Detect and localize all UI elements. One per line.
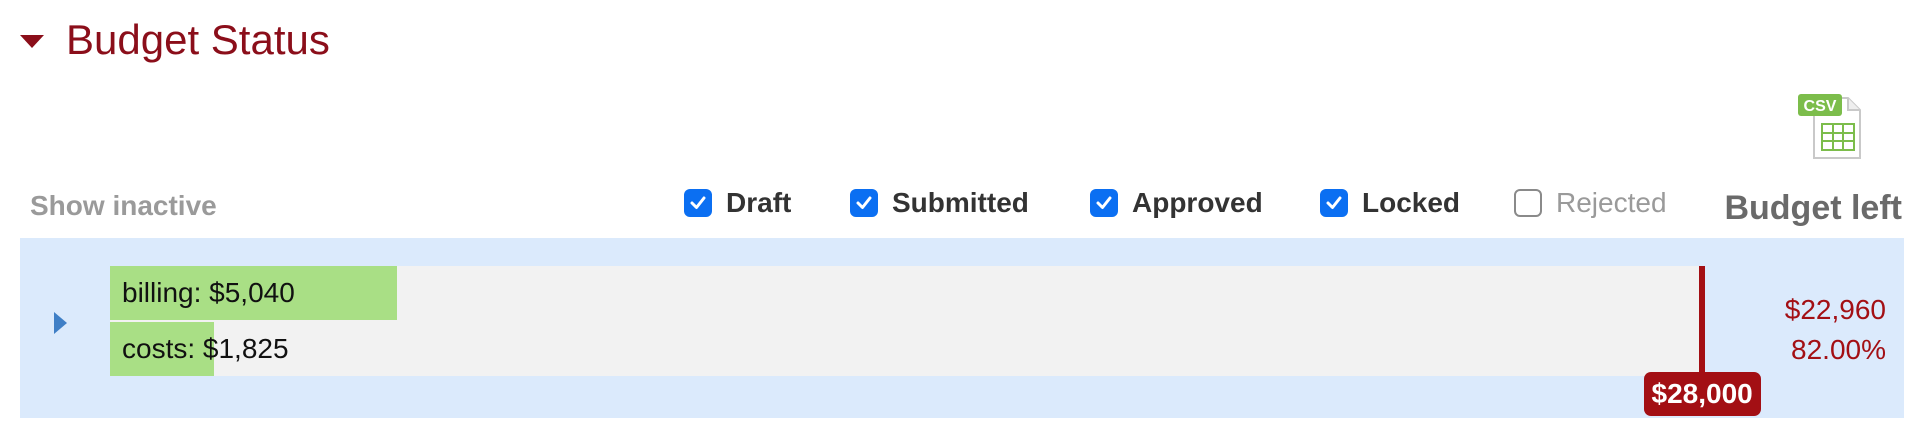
budget-left-header: Budget left bbox=[1724, 189, 1902, 227]
budget-status-header[interactable]: Budget Status bbox=[20, 10, 330, 70]
checkbox-unchecked-icon[interactable] bbox=[1514, 189, 1542, 217]
show-inactive-toggle[interactable]: Show inactive bbox=[30, 190, 217, 222]
budget-row: billing: $5,040 costs: $1,825 $28,000 $2… bbox=[20, 238, 1904, 418]
section-title: Budget Status bbox=[66, 16, 330, 63]
filter-locked[interactable]: Locked bbox=[1320, 187, 1460, 219]
filter-label: Locked bbox=[1362, 187, 1461, 218]
filter-draft[interactable]: Draft bbox=[684, 187, 791, 219]
checkbox-checked-icon[interactable] bbox=[1320, 189, 1348, 217]
billing-label: billing: $5,040 bbox=[122, 277, 295, 308]
checkbox-checked-icon[interactable] bbox=[684, 189, 712, 217]
csv-download-icon[interactable]: CSV bbox=[1796, 90, 1868, 162]
csv-label: CSV bbox=[1804, 98, 1837, 115]
checkbox-checked-icon[interactable] bbox=[1090, 189, 1118, 217]
filter-label: Rejected bbox=[1556, 187, 1667, 218]
budget-bar-track: billing: $5,040 costs: $1,825 bbox=[110, 266, 1702, 376]
checkbox-checked-icon[interactable] bbox=[850, 189, 878, 217]
filter-label: Approved bbox=[1132, 187, 1263, 218]
costs-label: costs: $1,825 bbox=[122, 333, 289, 364]
caret-down-icon bbox=[20, 34, 44, 48]
filter-label: Submitted bbox=[892, 187, 1029, 218]
filter-approved[interactable]: Approved bbox=[1090, 187, 1263, 219]
filter-label: Draft bbox=[726, 187, 792, 218]
budget-remaining-amount: $22,960 bbox=[1784, 294, 1886, 325]
budget-limit-badge: $28,000 bbox=[1643, 372, 1761, 416]
budget-limit-line bbox=[1699, 266, 1705, 380]
budget-remaining-percent: 82.00% bbox=[1791, 334, 1886, 365]
filter-submitted[interactable]: Submitted bbox=[850, 187, 1029, 219]
filter-rejected[interactable]: Rejected bbox=[1514, 187, 1667, 219]
expand-arrow-icon[interactable] bbox=[54, 312, 67, 334]
